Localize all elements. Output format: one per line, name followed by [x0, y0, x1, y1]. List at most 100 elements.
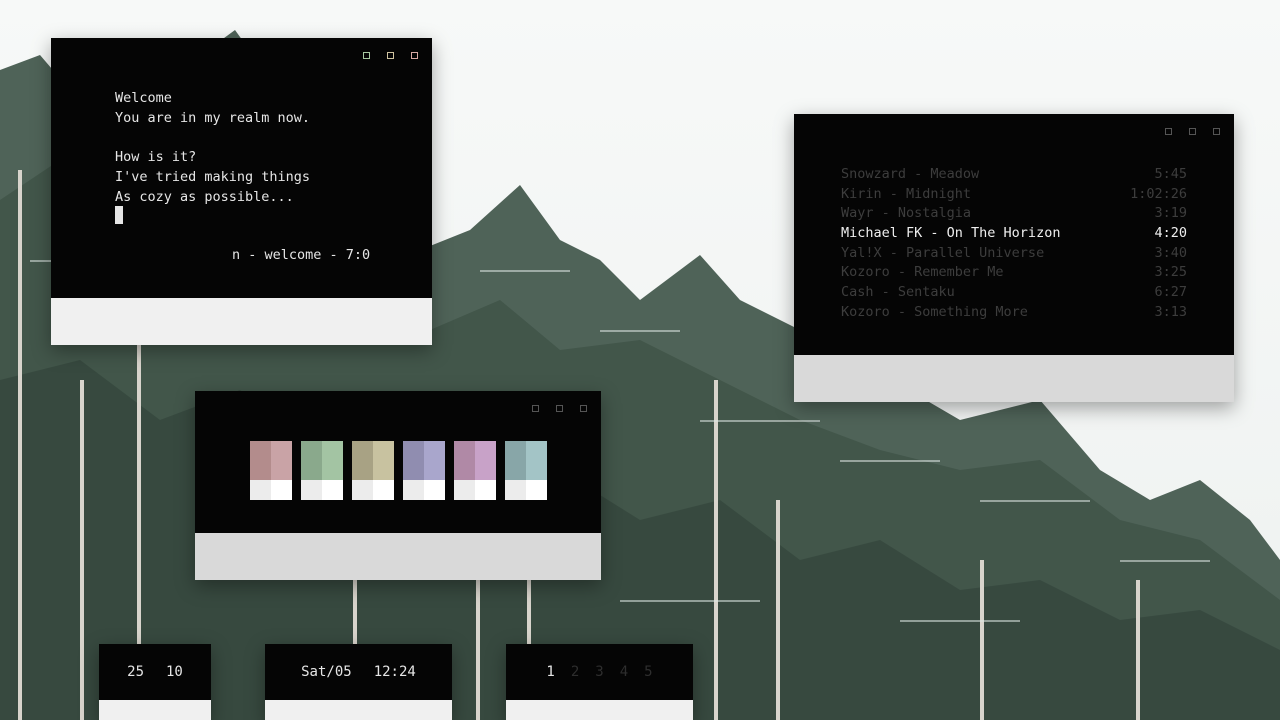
terminal-line: Welcome — [115, 90, 172, 106]
workspace-5[interactable]: 5 — [644, 664, 652, 680]
color-swatch[interactable] — [454, 441, 496, 500]
track-title: Wayr - Nostalgia — [841, 205, 972, 222]
track-title: Kirin - Midnight — [841, 185, 972, 202]
swatch-base-white — [271, 480, 292, 500]
workspace-3[interactable]: 3 — [595, 664, 603, 680]
clock-time: 12:24 — [373, 664, 416, 680]
widget-footer — [506, 700, 693, 720]
track-row[interactable]: Wayr - Nostalgia 3:19 — [841, 204, 1187, 224]
workspace-1[interactable]: 1 — [546, 664, 554, 680]
track-duration: 1:02:26 — [1130, 185, 1187, 202]
maximize-icon[interactable] — [387, 52, 394, 59]
stats-widget-body: 25 10 — [99, 644, 211, 700]
terminal-output: Welcome You are in my realm now. How is i… — [115, 89, 310, 207]
track-title: Yal!X - Parallel Universe — [841, 244, 1045, 261]
swatch-base-white — [424, 480, 445, 500]
close-icon[interactable] — [580, 405, 587, 412]
widget-footer — [265, 700, 452, 720]
track-row-playing[interactable]: Michael FK - On The Horizon 4:20 — [841, 224, 1187, 244]
color-palette-window[interactable] — [195, 391, 601, 580]
swatch-dark-shade — [301, 441, 322, 480]
track-row[interactable]: Yal!X - Parallel Universe 3:40 — [841, 244, 1187, 264]
close-icon[interactable] — [411, 52, 418, 59]
terminal-status-line: n - welcome - 7:0 — [232, 247, 371, 263]
track-duration: 4:20 — [1154, 225, 1187, 242]
track-title: Kozoro - Remember Me — [841, 264, 1004, 281]
track-title: Cash - Sentaku — [841, 284, 955, 301]
swatch-light-shade — [475, 441, 496, 480]
palette-body — [195, 391, 601, 533]
track-duration: 3:25 — [1154, 264, 1187, 281]
track-list: Snowzard - Meadow 5:45 Kirin - Midnight 1:… — [841, 165, 1187, 323]
track-title: Kozoro - Something More — [841, 303, 1028, 320]
color-swatch[interactable] — [250, 441, 292, 500]
music-playlist-window[interactable]: Snowzard - Meadow 5:45 Kirin - Midnight 1:… — [794, 114, 1234, 402]
window-footer — [794, 355, 1234, 402]
swatch-base-white — [373, 480, 394, 500]
text-cursor — [115, 206, 123, 224]
terminal-body[interactable]: Welcome You are in my realm now. How is i… — [51, 38, 432, 298]
stat-value-a: 25 — [127, 664, 144, 680]
track-title: Michael FK - On The Horizon — [841, 225, 1061, 242]
track-row[interactable]: Snowzard - Meadow 5:45 — [841, 165, 1187, 185]
workspace-4[interactable]: 4 — [620, 664, 628, 680]
window-footer — [195, 533, 601, 580]
color-swatch[interactable] — [301, 441, 343, 500]
window-controls — [1165, 128, 1220, 135]
maximize-icon[interactable] — [556, 405, 563, 412]
terminal-window[interactable]: Welcome You are in my realm now. How is i… — [51, 38, 432, 345]
stats-widget: 25 10 — [99, 644, 211, 720]
playlist-body: Snowzard - Meadow 5:45 Kirin - Midnight 1:… — [794, 114, 1234, 355]
track-row[interactable]: Kozoro - Remember Me 3:25 — [841, 263, 1187, 283]
stat-value-b: 10 — [166, 664, 183, 680]
swatch-dark-shade — [352, 441, 373, 480]
swatch-light-shade — [526, 441, 547, 480]
track-duration: 5:45 — [1154, 166, 1187, 182]
swatch-base-gray — [403, 480, 424, 500]
track-duration: 3:19 — [1154, 205, 1187, 222]
track-title: Snowzard - Meadow — [841, 166, 980, 182]
track-row[interactable]: Kirin - Midnight 1:02:26 — [841, 185, 1187, 205]
window-controls — [532, 405, 587, 412]
swatch-light-shade — [322, 441, 343, 480]
terminal-line: I've tried making things — [115, 168, 311, 185]
swatch-dark-shade — [505, 441, 526, 480]
clock-widget-body: Sat/05 12:24 — [265, 644, 452, 700]
window-footer — [51, 298, 432, 345]
swatch-base-gray — [454, 480, 475, 500]
track-row[interactable]: Kozoro - Something More 3:13 — [841, 303, 1187, 323]
color-swatch[interactable] — [505, 441, 547, 500]
swatch-light-shade — [271, 441, 292, 480]
widget-footer — [99, 700, 211, 720]
swatch-dark-shade — [403, 441, 424, 480]
swatch-base-gray — [250, 480, 271, 500]
color-swatches — [250, 441, 547, 500]
maximize-icon[interactable] — [1189, 128, 1196, 135]
swatch-dark-shade — [454, 441, 475, 480]
clock-widget: Sat/05 12:24 — [265, 644, 452, 720]
close-icon[interactable] — [1213, 128, 1220, 135]
terminal-line: You are in my realm now. — [115, 109, 311, 126]
swatch-base-gray — [352, 480, 373, 500]
swatch-base-white — [526, 480, 547, 500]
minimize-icon[interactable] — [1165, 128, 1172, 135]
workspace-list: 1 23 45 — [506, 644, 693, 700]
window-controls — [363, 52, 418, 59]
track-duration: 3:13 — [1154, 303, 1187, 320]
track-row[interactable]: Cash - Sentaku 6:27 — [841, 283, 1187, 303]
swatch-light-shade — [373, 441, 394, 480]
minimize-icon[interactable] — [363, 52, 370, 59]
swatch-base-white — [322, 480, 343, 500]
color-swatch[interactable] — [403, 441, 445, 500]
terminal-line: As cozy as possible... — [115, 188, 294, 205]
minimize-icon[interactable] — [532, 405, 539, 412]
terminal-line: How is it? — [115, 149, 197, 166]
track-duration: 3:40 — [1154, 244, 1187, 261]
swatch-base-gray — [301, 480, 322, 500]
workspace-switcher: 1 23 45 — [506, 644, 693, 720]
swatch-base-gray — [505, 480, 526, 500]
workspace-2[interactable]: 2 — [571, 664, 579, 680]
color-swatch[interactable] — [352, 441, 394, 500]
clock-date: Sat/05 — [301, 664, 352, 680]
